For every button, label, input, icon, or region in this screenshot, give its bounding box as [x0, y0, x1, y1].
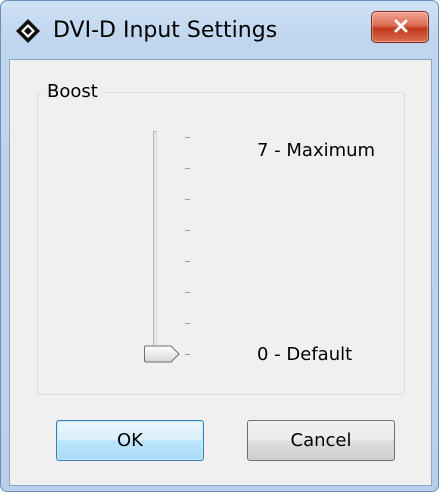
boost-slider[interactable]	[143, 130, 193, 365]
dialog-window: DVI-D Input Settings Boost 7 - Maximum 0…	[0, 0, 439, 492]
slider-tick	[185, 261, 190, 262]
boost-max-label: 7 - Maximum	[257, 140, 376, 161]
ok-button[interactable]: OK	[56, 420, 204, 461]
title-bar[interactable]: DVI-D Input Settings	[1, 1, 440, 61]
boost-group-label: Boost	[43, 80, 102, 104]
slider-tick	[185, 199, 190, 200]
dialog-content: Boost 7 - Maximum 0 - Default OK Cancel	[9, 59, 432, 486]
slider-thumb[interactable]	[143, 345, 181, 363]
cancel-button[interactable]: Cancel	[247, 420, 395, 461]
slider-track[interactable]	[153, 131, 157, 357]
slider-tick	[185, 230, 190, 231]
close-button[interactable]	[371, 11, 429, 43]
slider-tick	[185, 137, 190, 138]
window-title: DVI-D Input Settings	[53, 18, 278, 43]
slider-tick	[185, 354, 190, 355]
close-icon	[393, 18, 409, 34]
slider-tick	[185, 168, 190, 169]
slider-tick	[185, 292, 190, 293]
boost-min-label: 0 - Default	[257, 344, 353, 365]
diamond-app-icon	[14, 17, 42, 45]
slider-tick	[185, 323, 190, 324]
